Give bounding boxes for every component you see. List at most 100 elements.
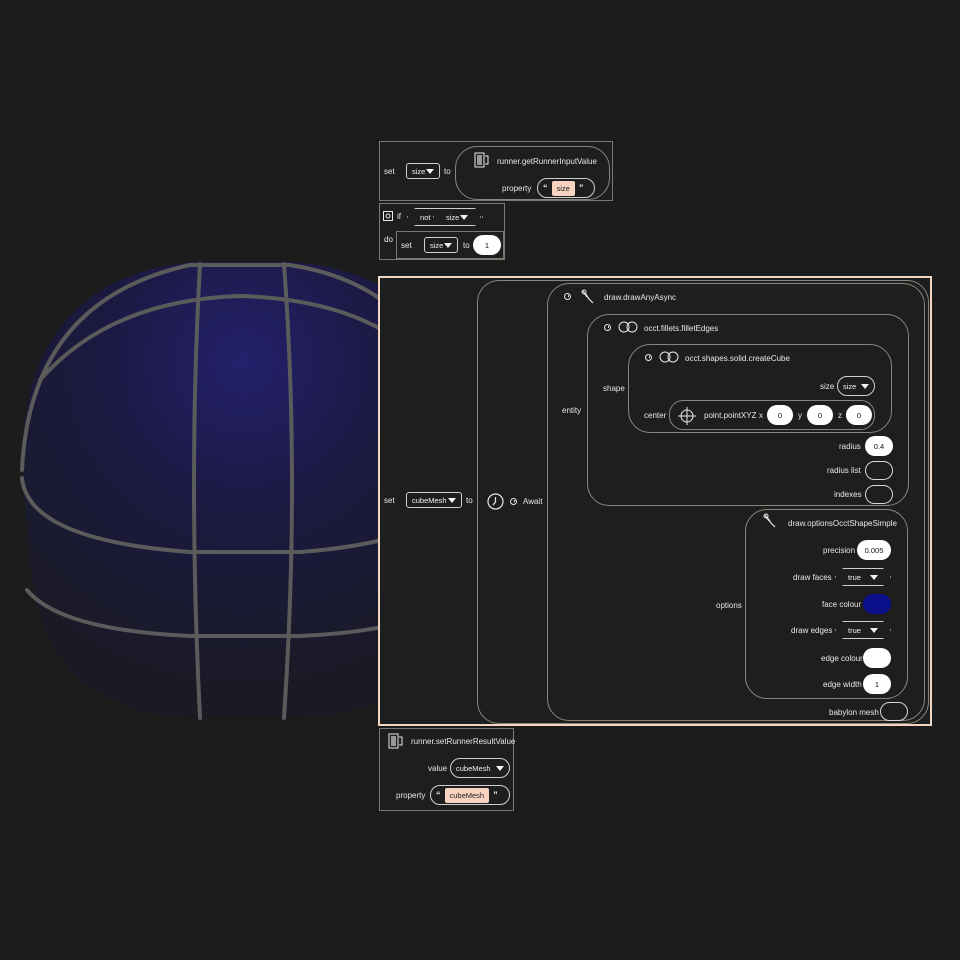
brush-icon	[581, 289, 594, 304]
property-string-input[interactable]: “ cubeMesh ”	[430, 785, 510, 805]
do-keyword: do	[384, 235, 393, 244]
number-input-size[interactable]: 1	[473, 235, 501, 255]
clock-icon	[645, 354, 652, 361]
radius-label: radius	[839, 442, 861, 451]
create-cube-title: occt.shapes.solid.createCube	[685, 354, 790, 363]
options-occt-shape-block[interactable]: draw.optionsOcctShapeSimple precision 0.…	[745, 509, 908, 699]
if-block[interactable]: if not size do set size to 1	[379, 203, 505, 260]
get-runner-input-block[interactable]: runner.getRunnerInputValue property “ si…	[455, 146, 610, 200]
fillet-edges-block[interactable]: occt.fillets.filletEdges shape occt.shap…	[587, 314, 909, 506]
x-number-input[interactable]: 0	[767, 405, 793, 425]
get-runner-input-title: runner.getRunnerInputValue	[497, 157, 597, 166]
brush-icon	[763, 513, 776, 528]
babylon-mesh-input[interactable]	[880, 702, 908, 721]
x-label: x	[759, 411, 763, 420]
runner-icon	[474, 152, 489, 168]
draw-edges-label: draw edges	[791, 626, 833, 635]
cubemesh-variable-label: cubeMesh	[412, 495, 447, 505]
precision-number-input[interactable]: 0.005	[857, 540, 891, 560]
draw-faces-dropdown[interactable]: true	[835, 568, 891, 586]
gear-icon[interactable]	[383, 211, 393, 221]
chevron-down-icon	[870, 575, 878, 580]
set-size-block[interactable]: set size to runner.getRunnerInputValue p…	[379, 141, 613, 201]
to-keyword: to	[466, 496, 473, 505]
chevron-down-icon	[448, 498, 456, 503]
runner-icon	[388, 733, 403, 749]
radius-list-input[interactable]	[865, 461, 893, 480]
edge-width-number-input[interactable]: 1	[863, 674, 891, 694]
clock-icon	[604, 324, 611, 331]
point-xyz-block[interactable]: point.pointXYZ x 0 y 0 z 0	[669, 400, 875, 430]
radius-list-label: radius list	[827, 466, 861, 475]
point-target-icon	[678, 407, 696, 425]
size-condition-label: size	[446, 212, 460, 222]
size-condition-dropdown[interactable]: size	[433, 208, 481, 226]
draw-any-async-block[interactable]: draw.drawAnyAsync entity occt.fillets.fi…	[547, 283, 925, 721]
indexes-label: indexes	[834, 490, 862, 499]
chevron-down-icon	[460, 215, 468, 220]
y-label: y	[798, 411, 802, 420]
to-keyword: to	[444, 167, 451, 176]
cube-size-dropdown[interactable]: size	[837, 376, 875, 396]
y-number-input[interactable]: 0	[807, 405, 833, 425]
if-keyword: if	[397, 212, 401, 221]
options-occt-title: draw.optionsOcctShapeSimple	[788, 519, 897, 528]
property-string-value: size	[551, 180, 575, 196]
not-keyword: not	[420, 212, 431, 222]
face-colour-swatch[interactable]	[863, 594, 891, 614]
edge-colour-swatch[interactable]	[863, 648, 891, 668]
edge-colour-label: edge colour	[821, 654, 863, 663]
quote-close-icon: ”	[578, 183, 584, 193]
draw-faces-value: true	[848, 572, 861, 582]
set-keyword: set	[384, 167, 395, 176]
z-number-input[interactable]: 0	[846, 405, 872, 425]
set-size-one-block[interactable]: set size to 1	[396, 231, 504, 259]
edge-width-label: edge width	[823, 680, 862, 689]
precision-label: precision	[823, 546, 856, 555]
quote-open-icon: “	[543, 183, 548, 193]
quote-open-icon: “	[436, 790, 441, 800]
chevron-down-icon	[496, 766, 504, 771]
property-label: property	[502, 184, 532, 193]
clock-icon	[510, 498, 517, 505]
chevron-down-icon	[861, 384, 869, 389]
draw-edges-value: true	[848, 625, 861, 635]
to-keyword: to	[463, 241, 470, 250]
point-xyz-title: point.pointXYZ	[704, 411, 757, 420]
face-colour-label: face colour	[822, 600, 862, 609]
draw-faces-label: draw faces	[793, 573, 832, 582]
chevron-down-icon	[870, 628, 878, 633]
shape-label: shape	[603, 384, 625, 393]
size-variable-dropdown[interactable]: size	[406, 163, 440, 179]
entity-label: entity	[562, 406, 582, 415]
set-cubemesh-block[interactable]: set cubeMesh to Await draw.drawAnyAsync …	[378, 276, 932, 726]
indexes-input[interactable]	[865, 485, 893, 504]
await-block[interactable]: Await draw.drawAnyAsync entity occt.fill…	[477, 280, 929, 724]
cubemesh-value-dropdown[interactable]: cubeMesh	[450, 758, 510, 778]
babylon-mesh-label: babylon mesh	[829, 708, 879, 717]
size-label: size	[820, 382, 835, 391]
value-label: value	[428, 764, 448, 773]
cube-size-label: size	[843, 381, 857, 391]
await-clock-icon	[487, 493, 504, 510]
chevron-down-icon	[426, 169, 434, 174]
cubemesh-variable-dropdown[interactable]: cubeMesh	[406, 492, 462, 508]
radius-number-input[interactable]: 0.4	[865, 436, 893, 456]
set-keyword: set	[384, 496, 395, 505]
set-runner-result-title: runner.setRunnerResultValue	[411, 737, 516, 746]
draw-any-async-title: draw.drawAnyAsync	[604, 293, 677, 302]
solid-icon	[659, 351, 679, 363]
set-runner-result-block[interactable]: runner.setRunnerResultValue value cubeMe…	[379, 728, 516, 811]
draw-edges-dropdown[interactable]: true	[835, 621, 891, 639]
property-string-input[interactable]: “ size ”	[537, 178, 595, 198]
create-cube-block[interactable]: occt.shapes.solid.createCube size size c…	[628, 344, 892, 433]
chevron-down-icon	[444, 243, 452, 248]
z-label: z	[838, 411, 842, 420]
fillet-icon	[618, 321, 638, 333]
quote-close-icon: ”	[493, 790, 498, 800]
size-variable-dropdown[interactable]: size	[424, 237, 458, 253]
cubemesh-value-label: cubeMesh	[456, 763, 491, 773]
fillet-edges-title: occt.fillets.filletEdges	[644, 324, 719, 333]
set-keyword: set	[401, 241, 412, 250]
center-label: center	[644, 411, 667, 420]
